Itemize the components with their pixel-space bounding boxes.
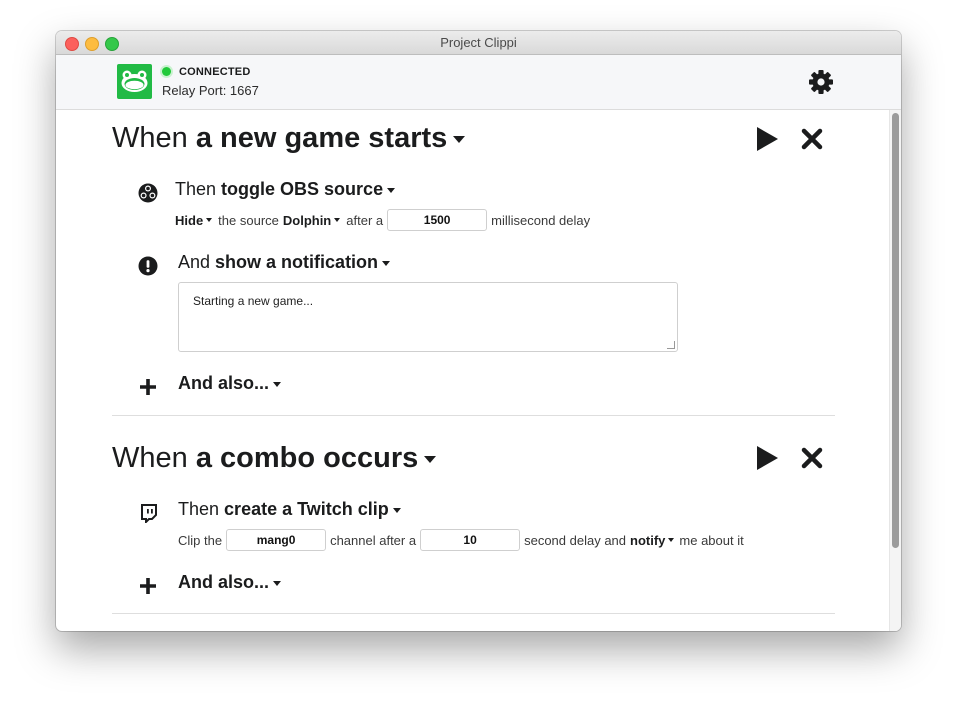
chevron-down-icon [453, 135, 466, 143]
relay-port: Relay Port: 1667 [162, 83, 259, 98]
param-text: the source [218, 212, 279, 228]
event-title: When a new game starts [112, 122, 466, 155]
plus-icon[interactable] [138, 576, 158, 596]
chevron-down-icon [206, 218, 213, 222]
app-window: Project Clippi CONNECTED Relay Port: 166… [56, 31, 901, 631]
channel-input[interactable]: mang0 [226, 529, 327, 551]
obs-icon [138, 183, 158, 203]
notification-message: Starting a new game... [193, 294, 314, 308]
source-value: Dolphin [282, 212, 332, 228]
chevron-down-icon [334, 218, 341, 222]
action-prefix: Then [178, 499, 220, 519]
title-bar: Project Clippi [56, 31, 901, 55]
event-trigger-label: a combo occurs [195, 442, 419, 474]
resize-handle-icon[interactable] [667, 341, 675, 349]
delay-input[interactable]: 10 [420, 529, 521, 551]
main-content: When a new game starts Then toggle OBS s… [56, 110, 901, 631]
chevron-down-icon [382, 260, 391, 266]
window-title: Project Clippi [440, 35, 517, 50]
action-type-dropdown[interactable]: toggle OBS source [221, 179, 396, 199]
event-when-label: When [112, 122, 188, 154]
param-text: channel after a [330, 532, 417, 548]
chevron-down-icon [668, 538, 675, 542]
add-action-label: And also... [178, 373, 270, 393]
event-when-label: When [112, 442, 188, 474]
connection-status: CONNECTED [179, 66, 251, 78]
action-name: create a Twitch clip [224, 499, 389, 519]
notify-dropdown[interactable]: notify [630, 532, 675, 548]
param-text: after a [346, 212, 384, 228]
add-action-dropdown[interactable]: And also... [178, 373, 282, 394]
divider [112, 415, 835, 416]
source-dropdown[interactable]: Dolphin [282, 212, 341, 228]
param-text: Clip the [178, 532, 223, 548]
settings-gear-icon[interactable] [808, 69, 834, 95]
chevron-down-icon [387, 187, 396, 193]
chevron-down-icon [273, 580, 282, 586]
action-name: toggle OBS source [221, 179, 384, 199]
twitch-icon [139, 503, 159, 525]
obs-action-params: Hide the source Dolphin after a 1500 mil… [175, 209, 590, 231]
scrollbar-thumb[interactable] [892, 113, 899, 548]
play-test-icon[interactable] [753, 125, 781, 153]
chevron-down-icon [424, 455, 437, 463]
delay-input[interactable]: 1500 [387, 209, 488, 231]
connection-status-dot [162, 67, 171, 76]
event-trigger-dropdown[interactable]: a combo occurs [195, 442, 437, 474]
exclamation-circle-icon [138, 256, 158, 276]
app-header: CONNECTED Relay Port: 1667 [56, 55, 901, 110]
visibility-value: Hide [175, 212, 204, 228]
visibility-dropdown[interactable]: Hide [175, 212, 213, 228]
play-test-icon[interactable] [753, 444, 781, 472]
chevron-down-icon [273, 381, 282, 387]
action-prefix: And [178, 252, 211, 272]
event-trigger-dropdown[interactable]: a new game starts [195, 122, 466, 154]
action-title: And show a notification [178, 252, 391, 273]
divider [112, 613, 835, 614]
delete-event-icon[interactable] [800, 446, 824, 470]
notification-message-textarea[interactable]: Starting a new game... [178, 282, 678, 352]
param-text: millisecond delay [491, 212, 591, 228]
delete-event-icon[interactable] [800, 127, 824, 151]
add-action-label: And also... [178, 572, 270, 592]
action-prefix: Then [175, 179, 217, 199]
action-title: Then toggle OBS source [175, 179, 396, 200]
action-type-dropdown[interactable]: show a notification [215, 252, 391, 272]
param-text: me about it [679, 532, 744, 548]
chevron-down-icon [392, 507, 401, 513]
add-action-dropdown[interactable]: And also... [178, 572, 282, 593]
param-text: second delay and [524, 532, 627, 548]
action-name: show a notification [215, 252, 379, 272]
plus-icon[interactable] [138, 377, 158, 397]
twitch-action-params: Clip the mang0 channel after a 10 second… [178, 529, 744, 551]
event-trigger-label: a new game starts [195, 122, 448, 154]
notify-value: notify [630, 532, 666, 548]
event-title: When a combo occurs [112, 442, 437, 475]
action-title: Then create a Twitch clip [178, 499, 401, 520]
action-type-dropdown[interactable]: create a Twitch clip [224, 499, 401, 519]
frog-logo-icon [117, 64, 152, 99]
